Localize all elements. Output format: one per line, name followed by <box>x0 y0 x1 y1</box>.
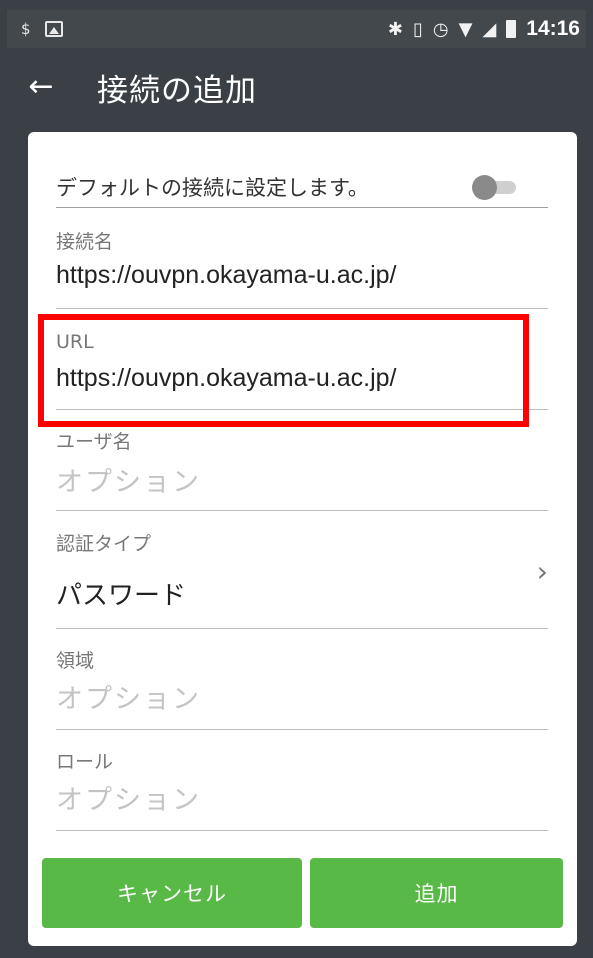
image-icon <box>44 21 63 37</box>
role-input[interactable]: オプション <box>56 778 201 817</box>
realm-label: 領域 <box>56 650 95 672</box>
default-connection-row[interactable]: デフォルトの接続に設定します。 <box>56 160 548 208</box>
status-bar: $ ✱ ▯ ◷ ▼ ◢ 14:16 <box>7 10 586 48</box>
battery-icon <box>506 20 517 38</box>
realm-field[interactable]: 領域 オプション <box>56 629 548 730</box>
connection-name-input[interactable]: https://ouvpn.okayama-u.ac.jp/ <box>56 261 396 290</box>
auth-type-label: 認証タイプ <box>56 533 152 555</box>
connection-name-label: 接続名 <box>56 231 114 253</box>
toggle-thumb <box>472 175 497 200</box>
add-button[interactable]: 追加 <box>310 858 563 928</box>
username-label: ユーザ名 <box>56 431 132 453</box>
status-time: 14:16 <box>526 17 580 40</box>
connection-name-field[interactable]: 接続名 https://ouvpn.okayama-u.ac.jp/ <box>56 208 548 309</box>
role-field[interactable]: ロール オプション <box>56 730 548 831</box>
url-highlight-box <box>38 314 529 427</box>
auth-type-field[interactable]: 認証タイプ パスワード › <box>56 511 548 629</box>
dollar-icon: $ <box>21 20 31 38</box>
cancel-button[interactable]: キャンセル <box>42 858 302 928</box>
vibrate-icon: ▯ <box>412 18 423 40</box>
default-connection-label: デフォルトの接続に設定します。 <box>56 176 369 200</box>
role-label: ロール <box>56 751 114 773</box>
page-title: 接続の追加 <box>97 72 257 109</box>
signal-icon: ◢ <box>482 18 497 40</box>
app-bar: ← 接続の追加 <box>7 48 586 126</box>
auth-type-value: パスワード <box>56 580 187 610</box>
username-input[interactable]: オプション <box>56 460 201 499</box>
default-connection-toggle[interactable] <box>472 174 518 200</box>
form-card: デフォルトの接続に設定します。 接続名 https://ouvpn.okayam… <box>28 132 577 946</box>
bluetooth-icon: ✱ <box>387 18 403 40</box>
alarm-icon: ◷ <box>432 18 449 40</box>
realm-input[interactable]: オプション <box>56 677 201 716</box>
chevron-right-icon: › <box>536 555 548 588</box>
wifi-icon: ▼ <box>458 18 473 40</box>
arrow-left-icon[interactable]: ← <box>11 72 71 102</box>
